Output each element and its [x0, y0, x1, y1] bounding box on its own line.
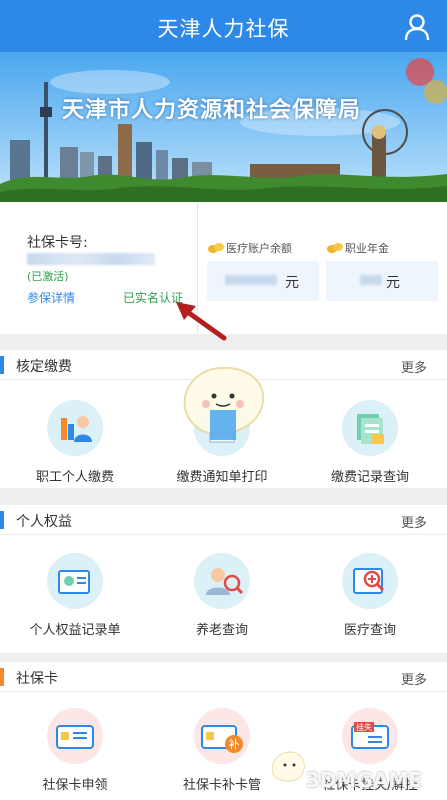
card-number-label: 社保卡号: — [27, 235, 88, 251]
mascot-watermark — [183, 366, 265, 440]
insurance-detail-link[interactable]: 参保详情 — [27, 289, 75, 306]
loss-stamp-text: 挂失 — [356, 722, 372, 732]
city-skyline-image — [0, 52, 447, 202]
section-accent-bar — [0, 511, 4, 529]
medical-balance-label: 医疗账户余额 — [208, 240, 292, 256]
item-label: 缴费记录查询 — [330, 470, 409, 485]
section-header: 个人权益 更多 — [0, 505, 447, 535]
activated-status: (已激活) — [27, 270, 69, 283]
section-title: 个人权益 — [16, 514, 72, 530]
rights-record-icon — [47, 553, 103, 609]
section-accent-bar — [0, 668, 4, 686]
card-number-masked — [27, 253, 155, 265]
top-bar: 天津人力社保 — [0, 0, 447, 52]
item-label: 医疗查询 — [343, 623, 396, 638]
card-apply-icon — [47, 708, 103, 764]
site-watermark: 3DMGAME — [306, 768, 422, 792]
watermark-mascot-icon — [271, 751, 305, 782]
masked-amount — [225, 275, 277, 285]
item-label: 个人权益记录单 — [29, 623, 121, 638]
section-title: 核定缴费 — [16, 359, 72, 375]
more-link[interactable]: 更多 — [401, 357, 427, 376]
reissue-stamp-text: 补 — [229, 738, 240, 751]
pension-value[interactable]: 元 — [326, 261, 438, 301]
app-title: 天津人力社保 — [157, 17, 290, 41]
more-link[interactable]: 更多 — [401, 669, 427, 688]
pension-query-icon — [194, 553, 250, 609]
medical-query-icon — [342, 553, 398, 609]
item-label: 社保卡申领 — [42, 778, 108, 793]
employee-payment-icon — [47, 400, 103, 456]
annotation-arrow — [176, 302, 227, 341]
banner-text: 天津市人力资源和社会保障局 — [62, 98, 362, 123]
card-report-loss-icon: 挂失 — [342, 708, 398, 764]
pension-label: 职业年金 — [327, 240, 389, 256]
item-label: 缴费通知单打印 — [176, 470, 268, 485]
medical-balance-value[interactable]: 元 — [207, 261, 319, 301]
banner[interactable]: 天津市人力资源和社会保障局 — [0, 52, 447, 202]
section-accent-bar — [0, 356, 4, 374]
section-title: 社保卡 — [16, 671, 58, 687]
payment-record-icon — [342, 400, 398, 456]
more-link[interactable]: 更多 — [401, 512, 427, 531]
coin-icon — [208, 243, 224, 253]
user-icon[interactable] — [403, 13, 431, 41]
item-label: 职工个人缴费 — [35, 470, 114, 485]
card-info: 社保卡号: (已激活) 参保详情 已实名认证 — [0, 202, 198, 334]
card-reissue-icon: 补 — [194, 708, 250, 764]
item-label: 养老查询 — [195, 623, 248, 638]
masked-amount — [360, 275, 382, 285]
section-rights: 个人权益 更多 个人权益记录单 养老查询 医疗查询 — [0, 505, 447, 653]
coin-icon — [327, 243, 343, 253]
section-header: 社保卡 更多 — [0, 662, 447, 692]
